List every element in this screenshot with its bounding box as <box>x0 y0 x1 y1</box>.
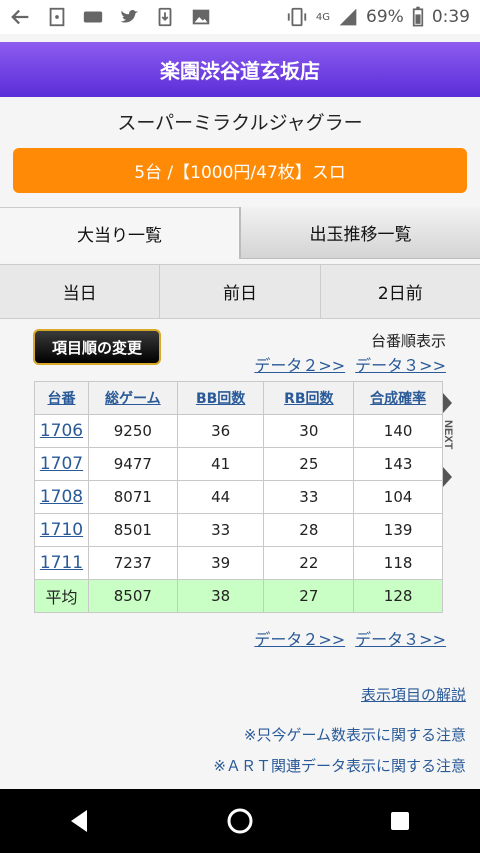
info-bar-text: 5台 /【1000円/47枚】スロ <box>134 163 346 183</box>
col-games-label[interactable]: 総ゲーム <box>105 391 161 407</box>
table-cell: 140 <box>353 414 443 448</box>
table-cell: 143 <box>353 447 443 481</box>
table-cell: 41 <box>176 447 265 481</box>
table-cell: 44 <box>176 480 265 514</box>
average-cell: 38 <box>176 579 265 613</box>
unit-number-link[interactable]: 1707 <box>34 447 89 481</box>
status-bar: 4G 69% 0:39 <box>0 0 480 34</box>
info-bar: 5台 /【1000円/47枚】スロ <box>13 148 467 193</box>
recents-icon[interactable] <box>385 806 415 836</box>
table-row: 1710 8501 33 28 139 <box>34 513 443 547</box>
signal-icon <box>339 8 357 26</box>
average-row: 平均 8507 38 27 128 <box>34 579 443 613</box>
table-cell: 33 <box>263 480 355 514</box>
next-arrow-button[interactable]: NEXT <box>443 391 459 491</box>
tab-today[interactable]: 当日 <box>0 265 159 318</box>
data-links-top: データ２>> データ３>> <box>254 352 446 376</box>
table-cell: 9250 <box>87 414 178 448</box>
col-bb-header[interactable]: BB回数 <box>176 381 265 415</box>
network-type: 4G <box>315 11 331 23</box>
table-cell: 30 <box>263 414 355 448</box>
store-title: 楽園渋谷道玄坂店 <box>160 59 320 83</box>
home-icon[interactable] <box>225 806 255 836</box>
machine-name: スーパーミラクルジャグラー <box>117 112 363 134</box>
col-bb-label[interactable]: BB回数 <box>196 391 245 407</box>
back-arrow-icon <box>11 9 29 25</box>
change-order-label: 項目順の変更 <box>51 338 142 357</box>
average-cell: 8507 <box>87 579 178 613</box>
table-cell: 118 <box>353 546 443 580</box>
col-prob-header[interactable]: 合成確率 <box>353 381 443 415</box>
download-icon <box>158 7 172 27</box>
table-cell: 22 <box>263 546 355 580</box>
unit-number-link[interactable]: 1710 <box>34 513 89 547</box>
col-prob-label[interactable]: 合成確率 <box>370 391 426 407</box>
table-cell: 8501 <box>87 513 178 547</box>
card-icon <box>83 11 103 23</box>
image-icon <box>192 9 210 25</box>
main-tabs: 大当り一覧 出玉推移一覧 <box>0 207 480 259</box>
game-count-note-link[interactable]: ※只今ゲーム数表示に関する注意 <box>244 724 466 745</box>
table-cell: 9477 <box>87 447 178 481</box>
android-nav-bar <box>0 789 480 853</box>
tab-yesterday[interactable]: 前日 <box>159 265 319 318</box>
explain-link[interactable]: 表示項目の解説 <box>361 684 466 705</box>
table-cell: 25 <box>263 447 355 481</box>
battery-icon <box>412 6 423 27</box>
next-label: NEXT <box>443 420 454 450</box>
sort-mode-label: 台番順表示 <box>370 332 446 350</box>
art-data-note-link[interactable]: ※ＡＲＴ関連データ表示に関する注意 <box>213 755 466 776</box>
table-cell: 104 <box>353 480 443 514</box>
unit-number-link[interactable]: 1711 <box>34 546 89 580</box>
twitter-icon <box>120 9 139 23</box>
col-unit-header[interactable]: 台番 <box>34 381 89 415</box>
unit-number-link[interactable]: 1708 <box>34 480 89 514</box>
data3-link[interactable]: データ３>> <box>355 626 446 650</box>
table-cell: 7237 <box>87 546 178 580</box>
back-icon[interactable] <box>65 806 95 836</box>
table-cell: 8071 <box>87 480 178 514</box>
tab-payout-trend[interactable]: 出玉推移一覧 <box>239 207 480 259</box>
store-header: 楽園渋谷道玄坂店 <box>0 42 480 97</box>
average-label: 平均 <box>34 579 89 613</box>
table-row: 1707 9477 41 25 143 <box>34 447 443 481</box>
tab-two-days-ago[interactable]: 2日前 <box>319 265 480 318</box>
average-cell: 27 <box>263 579 355 613</box>
data2-link[interactable]: データ２>> <box>254 626 345 650</box>
col-unit-label[interactable]: 台番 <box>47 391 75 407</box>
app-icon <box>49 7 65 27</box>
table-row: 1711 7237 39 22 118 <box>34 546 443 580</box>
average-cell: 128 <box>353 579 443 613</box>
day-tabs: 当日 前日 2日前 <box>0 264 480 319</box>
col-games-header[interactable]: 総ゲーム <box>87 381 178 415</box>
col-rb-label[interactable]: RB回数 <box>284 391 333 407</box>
table-cell: 28 <box>263 513 355 547</box>
vibrate-icon <box>287 7 307 27</box>
table-cell: 36 <box>176 414 265 448</box>
clock: 0:39 <box>431 7 470 27</box>
table-cell: 39 <box>176 546 265 580</box>
col-rb-header[interactable]: RB回数 <box>263 381 355 415</box>
data2-link[interactable]: データ２>> <box>254 352 345 376</box>
change-order-button[interactable]: 項目順の変更 <box>33 329 161 365</box>
data3-link[interactable]: データ３>> <box>355 352 446 376</box>
tab-jackpot-list[interactable]: 大当り一覧 <box>0 207 239 259</box>
table-row: 1708 8071 44 33 104 <box>34 480 443 514</box>
machine-data-table: 台番 総ゲーム BB回数 RB回数 合成確率 1706 9250 36 30 1… <box>34 381 443 613</box>
unit-number-link[interactable]: 1706 <box>34 414 89 448</box>
table-cell: 33 <box>176 513 265 547</box>
table-row: 1706 9250 36 30 140 <box>34 414 443 448</box>
data-links-bottom: データ２>> データ３>> <box>254 626 446 650</box>
table-cell: 139 <box>353 513 443 547</box>
table-header-row: 台番 総ゲーム BB回数 RB回数 合成確率 <box>34 381 443 415</box>
battery-percent: 69% <box>366 7 404 27</box>
